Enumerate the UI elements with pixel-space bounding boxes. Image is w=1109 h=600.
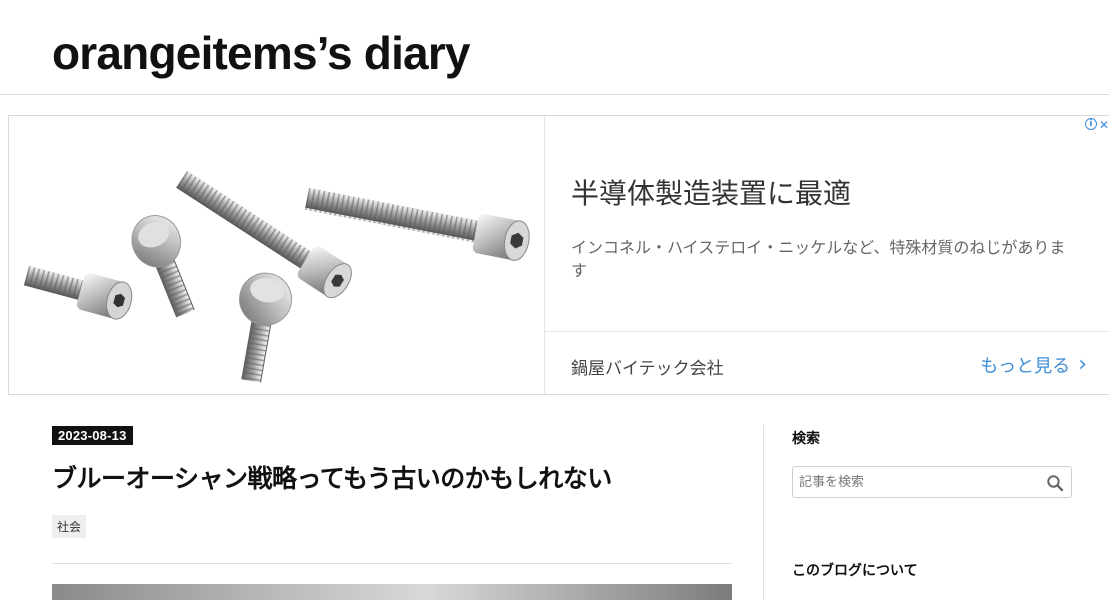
chevron-right-icon: › <box>1078 352 1087 377</box>
ad-headline[interactable]: 半導体製造装置に最適 <box>571 172 851 212</box>
search-form <box>792 466 1072 498</box>
entry-main: 2023-08-13 ブルーオーシャン戦略ってもう古いのかもしれない 社会 <box>52 425 732 600</box>
search-icon[interactable] <box>1046 474 1064 492</box>
sidebar: 検索 このブログについて <box>792 428 1072 579</box>
bolts-image <box>23 171 530 383</box>
entry-title[interactable]: ブルーオーシャン戦略ってもう古いのかもしれない <box>52 459 732 495</box>
search-module-title: 検索 <box>792 431 820 447</box>
ad-description: インコネル・ハイステロイ・ニッケルなど、特殊材質のねじがあります <box>571 238 1066 280</box>
ad-banner[interactable]: 半導体製造装置に最適 インコネル・ハイステロイ・ニッケルなど、特殊材質のねじがあ… <box>8 115 1109 395</box>
ad-text-panel[interactable]: 半導体製造装置に最適 インコネル・ハイステロイ・ニッケルなど、特殊材質のねじがあ… <box>544 116 1109 394</box>
ad-advertiser: 鍋屋バイテック会社 <box>571 359 724 379</box>
about-module-title: このブログについて <box>792 563 918 579</box>
sidebar-divider <box>763 425 764 600</box>
divider <box>52 563 732 564</box>
site-header: orangeitems’s diary <box>0 0 1109 95</box>
ad-image[interactable] <box>9 116 544 394</box>
close-icon[interactable]: ✕ <box>1099 118 1109 132</box>
ad-more-label: もっと見る <box>980 356 1071 377</box>
category-tag[interactable]: 社会 <box>52 515 87 538</box>
entry-date[interactable]: 2023-08-13 <box>52 426 133 445</box>
ad-footer: 鍋屋バイテック会社 もっと見る › <box>545 331 1109 394</box>
ad-choices[interactable]: i ✕ <box>1084 118 1109 132</box>
entry-eyecatch-image <box>52 584 732 600</box>
site-title[interactable]: orangeitems’s diary <box>52 26 471 80</box>
search-input[interactable] <box>793 467 1033 497</box>
ad-more-button[interactable]: もっと見る › <box>980 352 1087 378</box>
info-icon[interactable]: i <box>1084 118 1097 130</box>
